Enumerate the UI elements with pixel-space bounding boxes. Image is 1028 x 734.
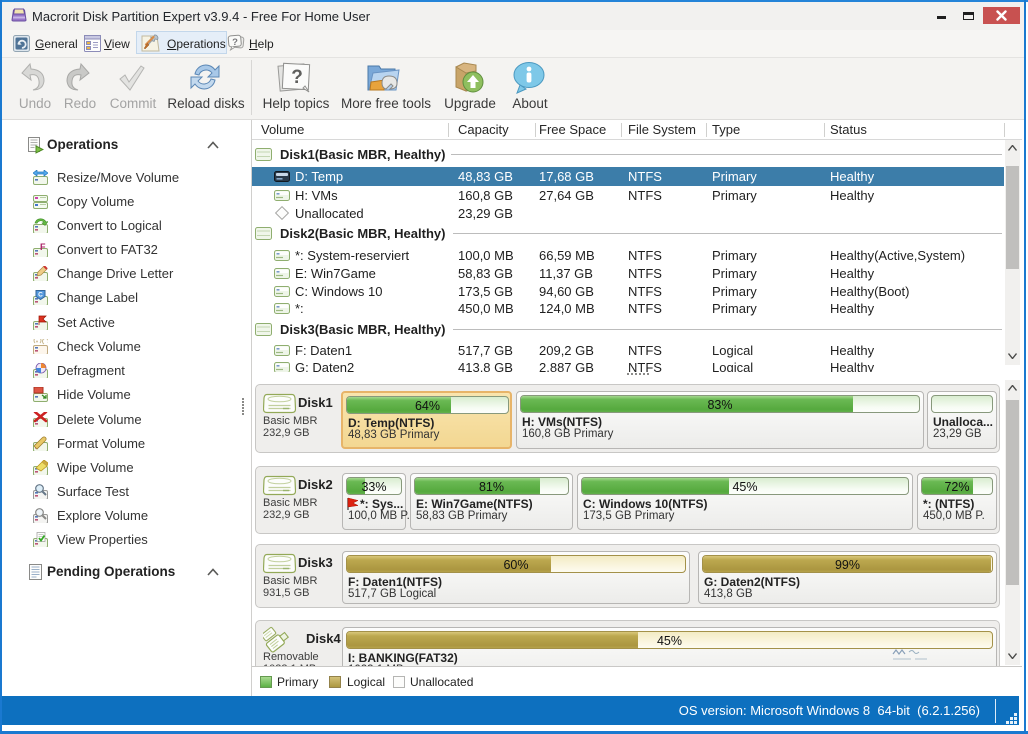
svg-text:?: ? [232, 37, 238, 48]
svg-text:?: ? [291, 67, 303, 88]
svg-text:C: C [38, 292, 43, 299]
svg-text:F: F [40, 242, 46, 252]
